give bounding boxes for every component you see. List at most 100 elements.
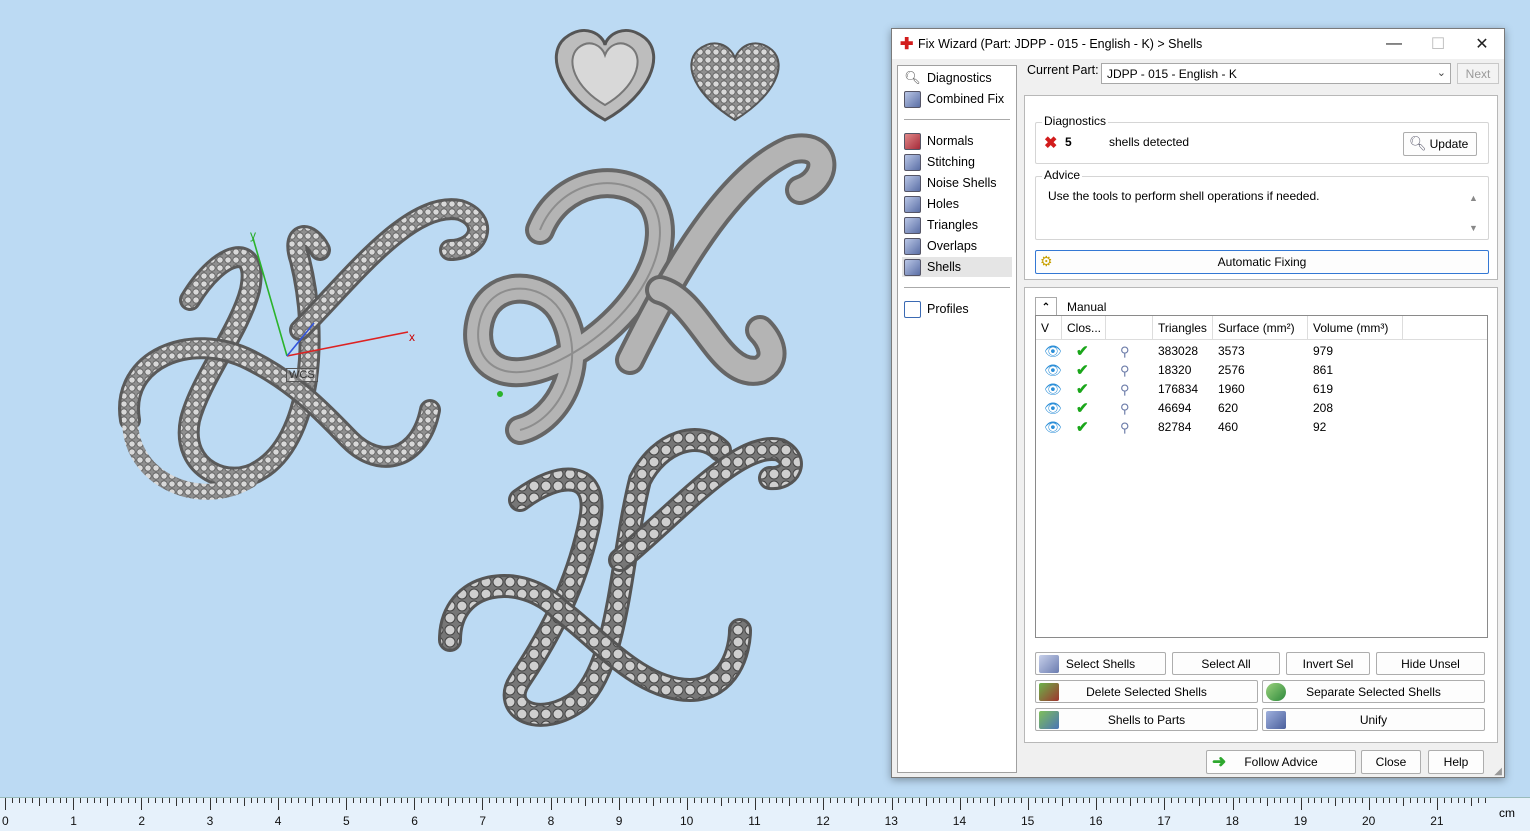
ruler-tick [1355,798,1357,803]
scroll-down-arrow[interactable]: ▼ [1469,223,1478,233]
follow-advice-button[interactable]: ➜ Follow Advice [1206,750,1356,774]
col-surface[interactable]: Surface (mm²) [1213,316,1308,340]
shells-to-parts-button[interactable]: Shells to Parts [1035,708,1258,731]
ruler-tick [721,798,723,806]
ruler-tick [18,798,20,803]
unify-button[interactable]: Unify [1262,708,1485,731]
table-row[interactable]: 👁︎ ✔ ⚲ 18320 2576 861 [1036,361,1487,380]
ruler-tick [837,798,839,803]
close-button[interactable]: Close [1361,750,1421,774]
resize-grip-icon[interactable]: ◢ [1494,766,1502,777]
wand-icon[interactable]: ⚲ [1120,418,1130,437]
close-window-button[interactable]: ✕ [1460,29,1504,59]
ruler-tick [236,798,238,803]
magnifier-icon: 🔍︎ [904,69,921,87]
nav-item-noise-shells[interactable]: Noise Shells [902,173,1012,193]
select-shells-button[interactable]: Select Shells [1035,652,1166,675]
scroll-up-arrow[interactable]: ▲ [1469,193,1478,203]
nav-item-stitching[interactable]: Stitching [902,152,1012,172]
shells-table[interactable]: V Clos... Triangles Surface (mm²) Volume… [1035,315,1488,638]
eye-icon[interactable]: 👁︎ [1044,361,1062,380]
invert-sel-button[interactable]: Invert Sel [1286,652,1370,675]
wand-icon[interactable]: ⚲ [1120,342,1130,361]
select-all-button[interactable]: Select All [1172,652,1280,675]
advice-text: Use the tools to perform shell operation… [1048,189,1320,203]
fix-wizard-dialog: ✚ Fix Wizard (Part: JDPP - 015 - English… [891,28,1505,778]
model-heart-beaded[interactable] [690,42,780,122]
ruler-number: 16 [1089,814,1103,828]
table-row[interactable]: 👁︎ ✔ ⚲ 383028 3573 979 [1036,342,1487,361]
ruler-tick [1082,798,1084,803]
current-part-select[interactable]: JDPP - 015 - English - K ⌄ [1101,63,1451,84]
eye-icon[interactable]: 👁︎ [1044,399,1062,418]
ruler-tick [1191,798,1193,803]
model-heart-outline[interactable] [554,29,656,122]
next-button[interactable]: Next [1457,63,1499,84]
ruler-tick [1478,798,1480,803]
nav-item-overlaps[interactable]: Overlaps [902,236,1012,256]
eye-icon[interactable]: 👁︎ [1044,342,1062,361]
ruler-tick [1068,798,1070,803]
ruler-tick [386,798,388,803]
ruler-number: 1 [70,814,77,828]
maximize-button[interactable]: ☐ [1416,29,1460,59]
nav-item-shells[interactable]: Shells [902,257,1012,277]
model-k-left[interactable] [118,198,490,500]
ruler-tick [1164,798,1166,810]
title-bar[interactable]: ✚ Fix Wizard (Part: JDPP - 015 - English… [892,29,1504,59]
wizard-nav: 🔍︎ Diagnostics Combined Fix Normals Stit… [897,65,1017,773]
ruler-tick [1314,798,1316,803]
col-visible[interactable]: V [1036,316,1062,340]
model-k-bottom[interactable] [438,428,803,727]
nav-item-triangles[interactable]: Triangles [902,215,1012,235]
ruler-tick [264,798,266,803]
ruler-tick [161,798,163,803]
model-k-middle[interactable] [463,133,837,445]
update-button[interactable]: 🔍︎ Update [1403,132,1477,156]
collapse-button[interactable]: ⌃ [1035,297,1057,317]
nav-label: Combined Fix [927,92,1005,106]
minimize-button[interactable]: — [1372,29,1416,59]
separate-selected-shells-button[interactable]: Separate Selected Shells [1262,680,1485,703]
help-button[interactable]: Help [1428,750,1484,774]
col-action[interactable] [1106,316,1153,340]
nav-item-diagnostics[interactable]: 🔍︎ Diagnostics [902,68,1012,88]
col-triangles[interactable]: Triangles [1153,316,1213,340]
table-row[interactable]: 👁︎ ✔ ⚲ 82784 460 92 [1036,418,1487,437]
ruler: cm 0 1 2 3 4 5 6 7 8 9 10 11 12 13 14 15 16 17 18 19 20 21 [0,797,1530,831]
ruler-tick [407,798,409,803]
volume-cell: 979 [1313,344,1334,358]
ruler-tick [366,798,368,803]
wand-icon[interactable]: ⚲ [1120,361,1130,380]
wand-icon[interactable]: ⚲ [1120,380,1130,399]
col-closed[interactable]: Clos... [1062,316,1106,340]
delete-selected-shells-button[interactable]: Delete Selected Shells [1035,680,1258,703]
table-row[interactable]: 👁︎ ✔ ⚲ 176834 1960 619 [1036,380,1487,399]
ruler-tick [59,798,61,803]
ruler-tick [516,798,518,806]
nav-item-normals[interactable]: Normals [902,131,1012,151]
ruler-tick [114,798,116,803]
hide-unsel-button[interactable]: Hide Unsel [1376,652,1485,675]
triangles-cell: 46694 [1158,401,1192,415]
table-row[interactable]: 👁︎ ✔ ⚲ 46694 620 208 [1036,399,1487,418]
col-volume[interactable]: Volume (mm³) [1308,316,1403,340]
normals-icon [904,132,921,150]
nav-item-profiles[interactable]: Profiles [902,299,1012,319]
triangles-icon [904,216,921,234]
ruler-tick [850,798,852,803]
ruler-tick [155,798,157,803]
ruler-tick [475,798,477,803]
ruler-tick [1232,798,1234,810]
ruler-tick [1041,798,1043,803]
automatic-fixing-button[interactable]: ⚙ Automatic Fixing [1035,250,1489,274]
ruler-tick [530,798,532,803]
update-label: Update [1429,137,1469,151]
nav-item-holes[interactable]: Holes [902,194,1012,214]
eye-icon[interactable]: 👁︎ [1044,418,1062,437]
ruler-tick [1423,798,1425,803]
ruler-tick [1416,798,1418,803]
eye-icon[interactable]: 👁︎ [1044,380,1062,399]
wand-icon[interactable]: ⚲ [1120,399,1130,418]
nav-item-combined-fix[interactable]: Combined Fix [902,89,1012,109]
